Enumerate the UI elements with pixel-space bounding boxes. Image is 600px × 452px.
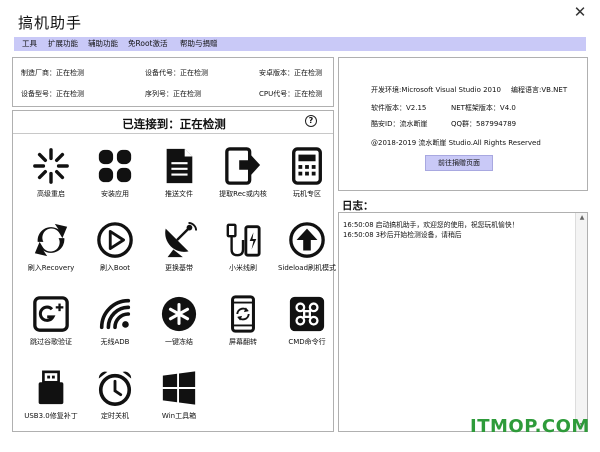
usb-drive-icon [38,370,64,405]
copyright: @2018-2019 流水断崖 Studio.All Rights Reserv… [371,139,541,147]
document-icon [166,148,193,184]
menu-tools[interactable]: 工具 [22,37,37,51]
tool-sideload-mode[interactable]: Sideload刷机模式 [269,221,345,285]
apps-grid-icon [98,149,132,183]
qq-group: QQ群：587994789 [451,120,517,128]
log-line: 16:50:08 启动搞机助手，欢迎您的使用，祝您玩机愉快！ [343,221,519,229]
tool-play-zone[interactable]: 玩机专区 [269,147,345,211]
divider [13,133,333,134]
device-info-panel: 制造厂商：正在检测 设备代号：正在检测 安卓版本：正在检测 设备型号：正在检测 … [12,57,334,107]
google-plus-icon [33,296,69,332]
menu-bar: 工具 扩展功能 辅助功能 免Root激活 帮助与捐赠 [14,37,586,51]
log-scrollbar[interactable]: ▲ ▼ [575,213,587,431]
menu-noroot-activate[interactable]: 免Root激活 [128,37,168,51]
android-version-info: 安卓版本：正在检测 [259,69,322,77]
windows-icon [162,371,196,405]
scroll-up-icon[interactable]: ▲ [576,213,588,223]
watermark: ITMOP.COM [470,416,590,437]
tool-label: Win工具箱 [161,412,197,420]
cpu-codename-info: CPU代号：正在检测 [259,90,323,98]
close-button[interactable]: ✕ [570,4,590,20]
coolapk-id: 酷安ID：流水断崖 [371,120,428,128]
log-line: 16:50:08 3秒后开始检测设备，请稍后 [343,231,462,239]
title-bar: 搞机助手 ✕ [0,0,600,36]
satellite-dish-icon [165,221,198,258]
tablet-export-icon [225,147,261,185]
play-circle-icon [97,222,133,258]
command-key-icon [289,296,325,332]
window-title: 搞机助手 [18,14,83,32]
tools-panel: 已连接到：正在检测 ? 高级重启 安装应用 推送文件 提取Rec或内核 玩机专区… [12,110,336,433]
menu-help-donate[interactable]: 帮助与捐赠 [180,37,218,51]
software-version: 软件版本：V2.15 [371,104,427,112]
alarm-clock-icon [98,371,132,406]
serial-number-info: 序列号：正在检测 [145,90,201,98]
recycle-arrows-icon [34,223,68,257]
snowflake-icon [161,296,197,332]
device-model-info: 设备型号：正在检测 [21,90,84,98]
device-codename-info: 设备代号：正在检测 [145,69,208,77]
log-panel: 16:50:08 启动搞机助手，欢迎您的使用，祝您玩机愉快！ 16:50:08 … [338,212,588,432]
framework-version: NET框架版本：V4.0 [451,104,516,112]
help-icon[interactable]: ? [305,115,317,127]
wifi-icon [99,298,131,330]
menu-extensions[interactable]: 扩展功能 [48,37,78,51]
usb-phone-icon [226,223,261,257]
menu-assist[interactable]: 辅助功能 [88,37,118,51]
upload-circle-icon [289,222,325,258]
programming-language: 编程语言:VB.NET [511,86,568,94]
tool-win-toolbox[interactable]: Win工具箱 [141,369,217,433]
burst-icon [33,148,69,184]
about-panel: 开发环境:Microsoft Visual Studio 2010 编程语言:V… [338,57,588,191]
dev-environment: 开发环境:Microsoft Visual Studio 2010 [371,86,501,94]
donate-button[interactable]: 前往捐赠页面 [425,155,493,171]
calculator-icon [292,147,322,185]
log-title: 日志： [342,200,374,212]
tool-cmd[interactable]: CMD命令行 [269,295,345,359]
rotate-phone-icon [231,295,255,333]
manufacturer-info: 制造厂商：正在检测 [21,69,84,77]
connection-status: 已连接到：正在检测 [122,117,226,131]
